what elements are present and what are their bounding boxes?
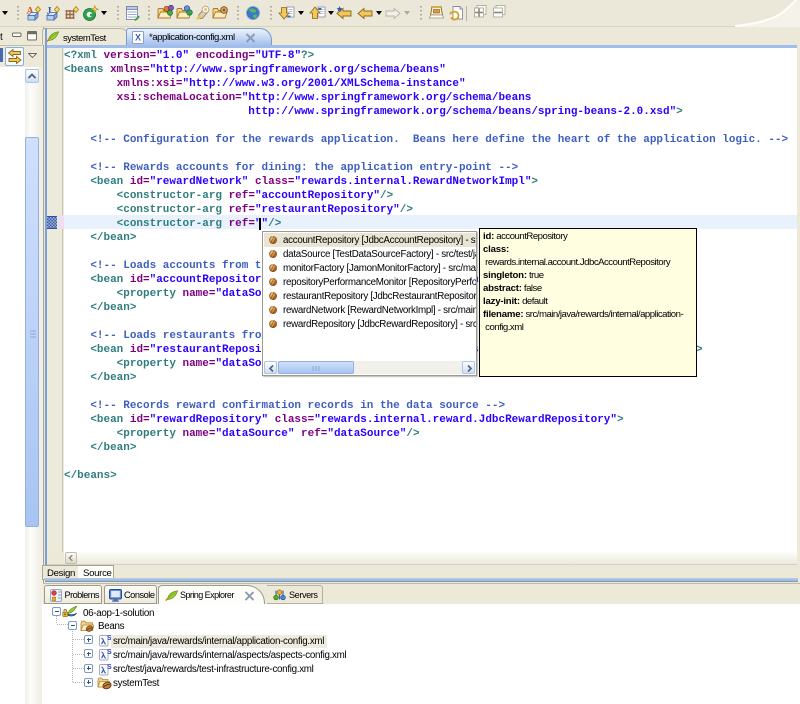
svg-text:X: X: [135, 33, 141, 43]
